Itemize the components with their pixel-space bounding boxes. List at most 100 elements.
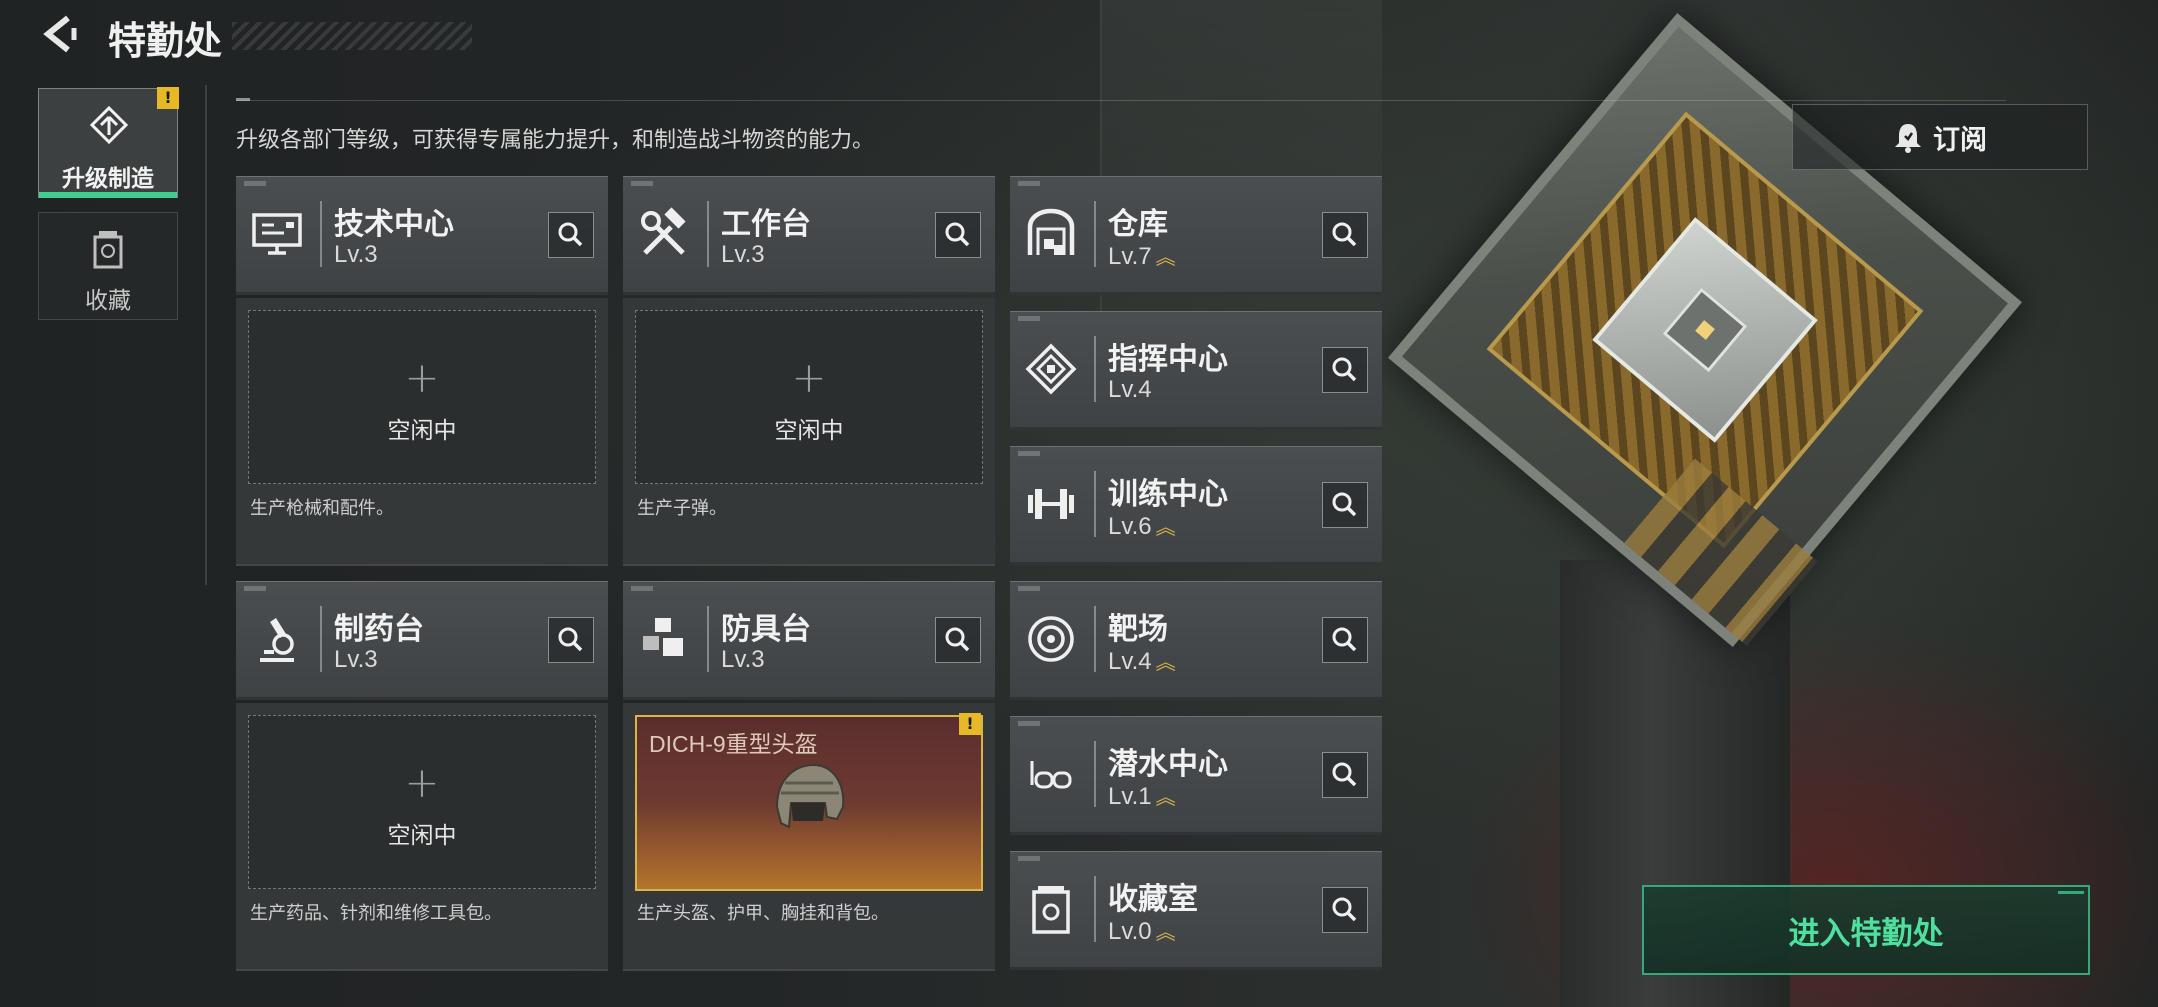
command-emblem-icon xyxy=(1025,343,1077,395)
department-name: 制药台 xyxy=(334,612,424,647)
divider-mark xyxy=(236,98,250,101)
card-description: 生产枪械和配件。 xyxy=(250,498,394,519)
department-name: 收藏室 xyxy=(1108,882,1198,917)
search-button[interactable] xyxy=(548,617,594,663)
upgrade-icon xyxy=(89,105,129,145)
page-title: 特勤处 xyxy=(108,19,223,63)
tab-upgrade-craft[interactable]: ! 升级制造 xyxy=(38,87,179,198)
back-button[interactable] xyxy=(40,14,80,54)
active-tab-indicator xyxy=(39,192,177,198)
search-button[interactable] xyxy=(1322,482,1368,528)
card-warehouse[interactable]: 仓库 Lv.7 ︽ xyxy=(1010,176,1382,295)
production-slot[interactable]: + 空闲中 xyxy=(635,310,983,484)
slot-status: 空闲中 xyxy=(387,823,457,849)
upgrade-arrow-icon: ︽ xyxy=(1155,247,1176,269)
tab-collection[interactable]: 收藏 xyxy=(38,212,178,320)
card-armor-bench-body: DICH-9重型头盔 ! 生产头盔、护甲、胸挂和背包。 xyxy=(623,703,995,971)
card-diving-center[interactable]: 潜水中心 Lv.1 ︽ xyxy=(1010,716,1382,835)
department-name: 潜水中心 xyxy=(1108,747,1228,782)
department-name: 靶场 xyxy=(1108,612,1168,647)
department-name: 防具台 xyxy=(721,612,811,647)
header: 特勤处 xyxy=(0,0,700,63)
department-level: Lv.4 xyxy=(1108,376,1152,403)
dumbbell-icon xyxy=(1028,489,1074,519)
card-command-center[interactable]: 指挥中心 Lv.4 xyxy=(1010,311,1382,430)
upgrade-arrow-icon: ︽ xyxy=(1155,517,1176,539)
search-button[interactable] xyxy=(935,617,981,663)
diving-mask-icon xyxy=(1030,761,1072,789)
department-level: Lv.0 ︽ xyxy=(1108,918,1176,945)
department-name: 工作台 xyxy=(721,207,811,242)
card-workbench-header[interactable]: 工作台 Lv.3 xyxy=(623,176,995,295)
card-tech-center-header[interactable]: 技术中心 Lv.3 xyxy=(236,176,608,295)
search-icon xyxy=(945,222,970,247)
search-icon xyxy=(1332,627,1357,652)
item-name: DICH-9重型头盔 xyxy=(649,731,818,757)
production-slot[interactable]: + 空闲中 xyxy=(248,310,596,484)
search-button[interactable] xyxy=(1322,752,1368,798)
department-level: Lv.7 ︽ xyxy=(1108,243,1176,270)
collection-jar-icon xyxy=(1032,886,1070,934)
department-name: 技术中心 xyxy=(334,207,454,242)
search-button[interactable] xyxy=(935,212,981,258)
card-pharmacy-body: + 空闲中 生产药品、针剂和维修工具包。 xyxy=(236,703,608,971)
search-button[interactable] xyxy=(1322,617,1368,663)
production-item-slot[interactable]: DICH-9重型头盔 ! xyxy=(635,713,983,891)
monitor-icon xyxy=(252,213,302,255)
card-workbench-body: + 空闲中 生产子弹。 xyxy=(623,298,995,566)
plus-icon: + xyxy=(791,353,827,402)
card-pharmacy-header[interactable]: 制药台 Lv.3 xyxy=(236,581,608,700)
production-slot[interactable]: + 空闲中 xyxy=(248,715,596,889)
department-level: Lv.4 ︽ xyxy=(1108,648,1176,675)
bell-icon xyxy=(1895,124,1921,153)
department-level: Lv.3 xyxy=(721,646,765,673)
subscribe-label: 订阅 xyxy=(1933,124,1987,156)
upgrade-arrow-icon: ︽ xyxy=(1155,787,1176,809)
upgrade-arrow-icon: ︽ xyxy=(1155,652,1176,674)
search-button[interactable] xyxy=(1322,212,1368,258)
card-description: 生产子弹。 xyxy=(637,498,727,519)
search-button[interactable] xyxy=(1322,347,1368,393)
tab-label: 升级制造 xyxy=(62,166,154,192)
back-arrow-icon xyxy=(43,15,77,53)
department-name: 训练中心 xyxy=(1108,477,1228,512)
search-button[interactable] xyxy=(1322,887,1368,933)
helmet-icon xyxy=(775,763,845,829)
search-icon xyxy=(558,627,583,652)
hammer-wrench-icon xyxy=(641,207,686,255)
card-shooting-range[interactable]: 靶场 Lv.4 ︽ xyxy=(1010,581,1382,700)
slot-status: 空闲中 xyxy=(387,418,457,444)
search-button[interactable] xyxy=(548,212,594,258)
department-name: 仓库 xyxy=(1108,207,1168,242)
department-level: Lv.1 ︽ xyxy=(1108,783,1176,810)
card-description: 生产头盔、护甲、胸挂和背包。 xyxy=(637,903,889,924)
card-armor-bench-header[interactable]: 防具台 Lv.3 xyxy=(623,581,995,700)
department-level: Lv.3 xyxy=(334,646,378,673)
enter-button-label: 进入特勤处 xyxy=(1788,915,1944,952)
card-tech-center-body: + 空闲中 生产枪械和配件。 xyxy=(236,298,608,566)
plus-icon: + xyxy=(404,758,440,807)
card-training-center[interactable]: 训练中心 Lv.6 ︽ xyxy=(1010,446,1382,565)
slot-status: 空闲中 xyxy=(774,418,844,444)
department-name: 指挥中心 xyxy=(1108,342,1228,377)
tab-label: 收藏 xyxy=(85,288,131,314)
warning-badge: ! xyxy=(157,87,179,109)
department-level: Lv.6 ︽ xyxy=(1108,513,1176,540)
divider-line xyxy=(236,100,2006,101)
department-level: Lv.3 xyxy=(721,241,765,268)
collection-jar-icon xyxy=(93,231,123,269)
plus-icon: + xyxy=(404,353,440,402)
search-icon xyxy=(1332,222,1357,247)
warehouse-icon xyxy=(1027,208,1075,255)
nav-divider xyxy=(205,85,207,585)
microscope-icon xyxy=(260,618,294,662)
card-description: 生产药品、针剂和维修工具包。 xyxy=(250,903,502,924)
card-collection-room[interactable]: 收藏室 Lv.0 ︽ xyxy=(1010,851,1382,970)
subscribe-button[interactable]: 订阅 xyxy=(1792,104,2088,170)
search-icon xyxy=(1332,357,1357,382)
search-icon xyxy=(1332,897,1357,922)
enter-special-ops-button[interactable]: 进入特勤处 xyxy=(1642,885,2090,975)
target-icon xyxy=(1028,616,1074,662)
department-level: Lv.3 xyxy=(334,241,378,268)
search-icon xyxy=(1332,492,1357,517)
